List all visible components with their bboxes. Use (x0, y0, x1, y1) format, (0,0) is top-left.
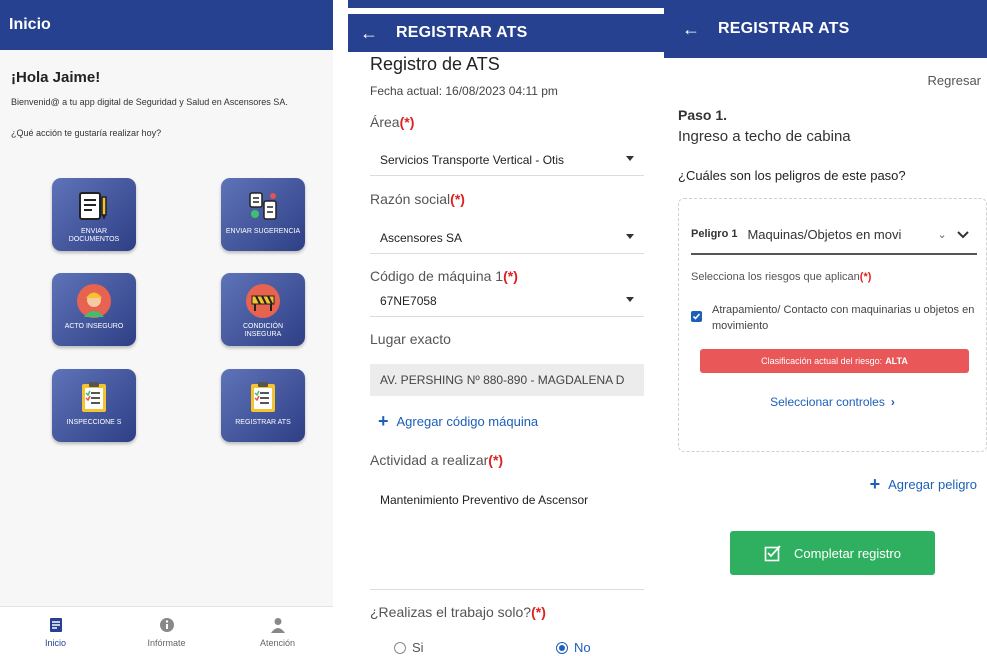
expand-chevron-icon[interactable] (956, 227, 969, 242)
plus-icon: + (378, 411, 389, 431)
suggestion-icon (245, 188, 281, 224)
classification-text: Clasificación actual del riesgo: (761, 356, 883, 366)
greeting: ¡Hola Jaime! (11, 69, 101, 86)
tile-registrar-ats[interactable]: REGISTRAR ATS (221, 369, 305, 442)
caret-down-icon (626, 234, 634, 239)
home-icon (47, 616, 65, 634)
peligro-select[interactable]: Peligro 1 Maquinas/Objetos en movi ⌄ (691, 215, 977, 255)
razon-social-label: Razón social(*) (370, 191, 465, 207)
trabajo-solo-label: ¿Realizas el trabajo solo?(*) (370, 604, 546, 620)
tile-acto-inseguro[interactable]: ACTO INSEGURO (52, 273, 136, 346)
checkbox-checked[interactable] (691, 311, 702, 322)
codigo-maquina-value: 67NE7058 (380, 293, 437, 308)
complete-button-label: Completar registro (794, 545, 901, 561)
caret-down-icon (626, 297, 634, 302)
riesgos-label: Selecciona los riesgos que aplican(*) (691, 271, 872, 283)
step-app-bar: ← REGISTRAR ATS (664, 0, 987, 58)
back-arrow-icon[interactable]: ← (682, 19, 718, 40)
nav-item-informate[interactable]: Infórmate (111, 607, 222, 656)
form-app-bar: ← REGISTRAR ATS (348, 14, 664, 52)
radio-circle-selected (556, 641, 568, 654)
tile-label: ACTO INSEGURO (64, 323, 124, 330)
area-select[interactable]: Servicios Transporte Vertical - Otis (370, 144, 644, 176)
checkbox-edit-icon (764, 544, 782, 562)
app-bar-strip (348, 0, 664, 8)
tile-label: CONDICIÓN INSEGURA (242, 323, 284, 338)
peligro-value: Maquinas/Objetos en movi (747, 226, 902, 242)
bottom-nav: Inicio Infórmate Atención (0, 606, 333, 656)
controles-label: Seleccionar controles (770, 395, 885, 409)
nav-item-atencion[interactable]: Atención (222, 607, 333, 656)
add-codigo-maquina-link[interactable]: + Agregar código máquina (378, 411, 538, 432)
tile-label: REGISTRAR ATS (235, 419, 291, 426)
razon-social-select[interactable]: Ascensores SA (370, 222, 644, 254)
lugar-exacto-field: AV. PERSHING Nº 880-890 - MAGDALENA D (370, 364, 644, 396)
home-screen: Inicio ¡Hola Jaime! Bienvenid@ a tu app … (0, 0, 333, 656)
tile-inspecciones[interactable]: INSPECCIONE S (52, 369, 136, 442)
peligros-question: ¿Cuáles son los peligros de este paso? (678, 168, 906, 183)
tile-label: ENVIAR SUGERENCIA (225, 228, 301, 235)
home-app-bar: Inicio (0, 0, 333, 50)
app-bar-title: REGISTRAR ATS (396, 24, 528, 41)
nav-item-inicio[interactable]: Inicio (0, 607, 111, 656)
peligro-label: Peligro 1 (691, 228, 738, 240)
riesgo-label: Atrapamiento/ Contacto con maquinarias u… (712, 304, 975, 332)
lugar-exacto-label: Lugar exacto (370, 331, 451, 347)
complete-registro-button[interactable]: Completar registro (730, 531, 935, 575)
nav-label: Infórmate (147, 637, 186, 648)
classification-value: ALTA (885, 356, 908, 366)
add-peligro-label: Agregar peligro (888, 477, 977, 492)
form-screen: Registro de ATS ← REGISTRAR ATS Fecha ac… (348, 0, 664, 656)
radio-no[interactable]: No (556, 640, 591, 655)
codigo-maquina-select[interactable]: 67NE7058 (370, 285, 644, 317)
caret-down-icon (626, 156, 634, 161)
add-codigo-label: Agregar código máquina (396, 414, 539, 429)
regresar-link[interactable]: Regresar (928, 73, 981, 88)
app-bar-title: Inicio (9, 16, 51, 33)
step-screen: ← REGISTRAR ATS Regresar Paso 1. Ingreso… (664, 0, 987, 656)
person-icon (269, 616, 287, 634)
current-date: Fecha actual: 16/08/2023 04:11 pm (370, 84, 558, 98)
riesgo-checkbox-row[interactable]: Atrapamiento/ Contacto con maquinarias u… (691, 302, 981, 334)
back-arrow-icon[interactable]: ← (360, 23, 396, 44)
tile-label: INSPECCIONE S (66, 419, 122, 426)
clipboard-icon (76, 379, 112, 415)
panel-gap (333, 0, 348, 656)
add-peligro-link[interactable]: + Agregar peligro (870, 474, 977, 495)
step-name: Ingreso a techo de cabina (678, 128, 851, 145)
tile-label: ENVIAR DOCUMENTOS (68, 228, 120, 243)
actividad-label: Actividad a realizar(*) (370, 452, 504, 468)
risk-classification-bar: Clasificación actual del riesgo: ALTA (700, 349, 969, 373)
document-icon (76, 188, 112, 224)
question-text: ¿Qué acción te gustaría realizar hoy? (11, 128, 162, 138)
radio-circle (394, 641, 406, 654)
nav-label: Inicio (44, 637, 66, 648)
radio-si[interactable]: Si (394, 640, 424, 655)
form-title: Registro de ATS (370, 54, 500, 74)
peligro-card: Peligro 1 Maquinas/Objetos en movi ⌄ Sel… (678, 198, 987, 452)
info-icon (158, 616, 176, 634)
tile-enviar-sugerencia[interactable]: ENVIAR SUGERENCIA (221, 178, 305, 251)
radio-label: Si (412, 640, 424, 655)
chevron-down-icon: ⌄ (937, 228, 947, 241)
chevron-right-icon: › (890, 395, 895, 409)
seleccionar-controles-link[interactable]: Seleccionar controles › (679, 395, 986, 409)
tile-enviar-documentos[interactable]: ENVIAR DOCUMENTOS (52, 178, 136, 251)
step-number: Paso 1. (678, 107, 728, 123)
welcome-text: Bienvenid@ a tu app digital de Seguridad… (11, 97, 288, 107)
area-label: Área(*) (370, 114, 415, 130)
tile-condicion-insegura[interactable]: CONDICIÓN INSEGURA (221, 273, 305, 346)
actividad-textarea[interactable]: Mantenimiento Preventivo de Ascensor (370, 478, 644, 590)
clipboard-icon (245, 379, 281, 415)
worker-icon (76, 283, 112, 319)
plus-icon: + (869, 474, 881, 494)
radio-label: No (574, 640, 591, 655)
codigo-maquina-label: Código de máquina 1(*) (370, 268, 518, 284)
barrier-icon (245, 283, 281, 319)
app-bar-title: REGISTRAR ATS (718, 20, 850, 37)
nav-label: Atención (259, 637, 296, 648)
area-value: Servicios Transporte Vertical - Otis (380, 152, 565, 167)
razon-social-value: Ascensores SA (380, 230, 463, 245)
